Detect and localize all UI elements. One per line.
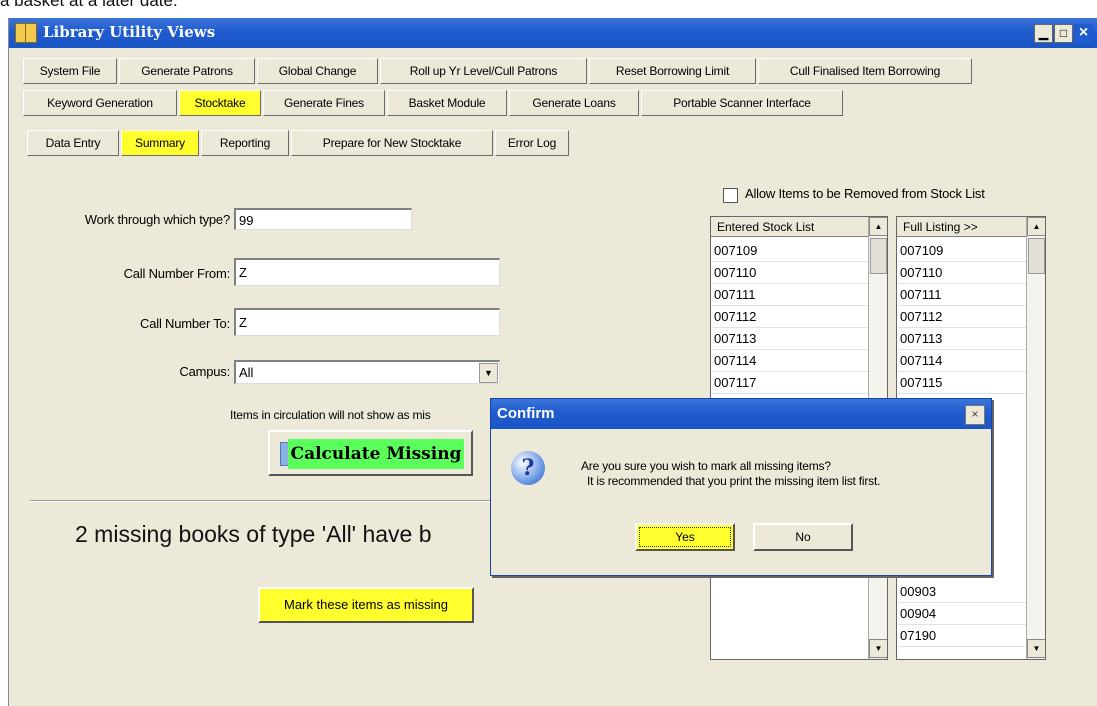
- list-item[interactable]: 007115: [898, 372, 1026, 394]
- tab-reporting[interactable]: Reporting: [201, 130, 289, 156]
- page-caption: a basket at a later date.: [0, 0, 178, 10]
- list-item[interactable]: 07190: [898, 625, 1026, 647]
- calculate-missing-button[interactable]: Calculate Missing: [268, 430, 473, 476]
- list-item[interactable]: 007110: [898, 262, 1026, 284]
- list-item[interactable]: 007113: [898, 328, 1026, 350]
- tab-cull-finalised[interactable]: Cull Finalised Item Borrowing: [758, 58, 972, 84]
- allow-remove-label: Allow Items to be Removed from Stock Lis…: [745, 186, 985, 201]
- list-item[interactable]: 007111: [712, 284, 868, 306]
- question-icon: ?: [511, 451, 545, 485]
- call-from-input[interactable]: Z: [234, 258, 500, 286]
- tab-roll-up[interactable]: Roll up Yr Level/Cull Patrons: [380, 58, 587, 84]
- tab-error-log[interactable]: Error Log: [495, 130, 569, 156]
- calculate-missing-label: Calculate Missing: [288, 439, 464, 469]
- dialog-title: Confirm: [491, 399, 991, 429]
- book-icon: [15, 23, 37, 43]
- confirm-dialog: Confirm × ? Are you sure you wish to mar…: [490, 398, 992, 576]
- list-item[interactable]: 007113: [712, 328, 868, 350]
- tab-data-entry[interactable]: Data Entry: [27, 130, 119, 156]
- tab-generate-fines[interactable]: Generate Fines: [263, 90, 385, 116]
- tab-stocktake[interactable]: Stocktake: [179, 90, 261, 116]
- result-message: 2 missing books of type 'All' have b: [75, 521, 432, 547]
- list-item[interactable]: 00903: [898, 581, 1026, 603]
- tab-prepare-new-stocktake[interactable]: Prepare for New Stocktake: [291, 130, 493, 156]
- call-from-label: Call Number From:: [123, 266, 231, 281]
- scroll-thumb[interactable]: [1028, 238, 1045, 274]
- tab-summary[interactable]: Summary: [121, 130, 199, 156]
- scroll-up-icon[interactable]: ▲: [1027, 217, 1045, 236]
- tab-reset-borrowing[interactable]: Reset Borrowing Limit: [589, 58, 756, 84]
- call-to-label: Call Number To:: [140, 316, 230, 331]
- scroll-down-icon[interactable]: ▼: [1027, 639, 1045, 658]
- full-list-header[interactable]: Full Listing >>: [897, 217, 1027, 237]
- maximize-icon[interactable]: □: [1054, 24, 1073, 43]
- no-button[interactable]: No: [753, 523, 853, 551]
- campus-label: Campus:: [179, 364, 230, 379]
- entered-list-header[interactable]: Entered Stock List: [711, 217, 869, 237]
- call-to-input[interactable]: Z: [234, 308, 500, 336]
- circulation-note: Items in circulation will not show as mi…: [230, 408, 431, 422]
- close-icon[interactable]: ×: [1074, 24, 1093, 43]
- title-bar: Library Utility Views ▁ □ ×: [9, 18, 1097, 48]
- list-item[interactable]: 007117: [712, 372, 868, 394]
- tab-generate-loans[interactable]: Generate Loans: [509, 90, 639, 116]
- tab-global-change[interactable]: Global Change: [257, 58, 378, 84]
- list-item[interactable]: 007109: [712, 240, 868, 262]
- yes-button[interactable]: Yes: [635, 523, 735, 551]
- tab-portable-scanner[interactable]: Portable Scanner Interface: [641, 90, 843, 116]
- type-label: Work through which type?: [84, 212, 230, 227]
- tab-generate-patrons[interactable]: Generate Patrons: [119, 58, 255, 84]
- close-icon[interactable]: ×: [965, 405, 985, 425]
- allow-remove-checkbox[interactable]: [723, 188, 738, 203]
- chevron-down-icon[interactable]: ▼: [479, 363, 498, 383]
- minimize-icon[interactable]: ▁: [1034, 24, 1053, 43]
- scroll-up-icon[interactable]: ▲: [869, 217, 887, 236]
- list-item[interactable]: 007110: [712, 262, 868, 284]
- full-list-scrollbar[interactable]: ▲ ▼: [1026, 217, 1045, 659]
- dialog-message: Are you sure you wish to mark all missin…: [581, 459, 880, 489]
- tab-basket-module[interactable]: Basket Module: [387, 90, 507, 116]
- list-item[interactable]: 007112: [898, 306, 1026, 328]
- scroll-down-icon[interactable]: ▼: [869, 639, 887, 658]
- tab-system-file[interactable]: System File: [23, 58, 117, 84]
- dialog-message-line2: It is recommended that you print the mis…: [587, 474, 881, 488]
- window-title: Library Utility Views: [43, 23, 216, 41]
- mark-missing-button[interactable]: Mark these items as missing: [258, 587, 474, 623]
- list-item[interactable]: 007114: [898, 350, 1026, 372]
- dialog-message-line1: Are you sure you wish to mark all missin…: [581, 459, 831, 473]
- scroll-thumb[interactable]: [870, 238, 887, 274]
- list-item[interactable]: 007111: [898, 284, 1026, 306]
- campus-select[interactable]: All ▼: [234, 360, 500, 384]
- type-input[interactable]: 99: [234, 208, 412, 230]
- list-item[interactable]: 007109: [898, 240, 1026, 262]
- list-item[interactable]: 007112: [712, 306, 868, 328]
- tab-keyword-generation[interactable]: Keyword Generation: [23, 90, 177, 116]
- list-item[interactable]: 007114: [712, 350, 868, 372]
- campus-value: All: [239, 365, 254, 380]
- list-item[interactable]: 00904: [898, 603, 1026, 625]
